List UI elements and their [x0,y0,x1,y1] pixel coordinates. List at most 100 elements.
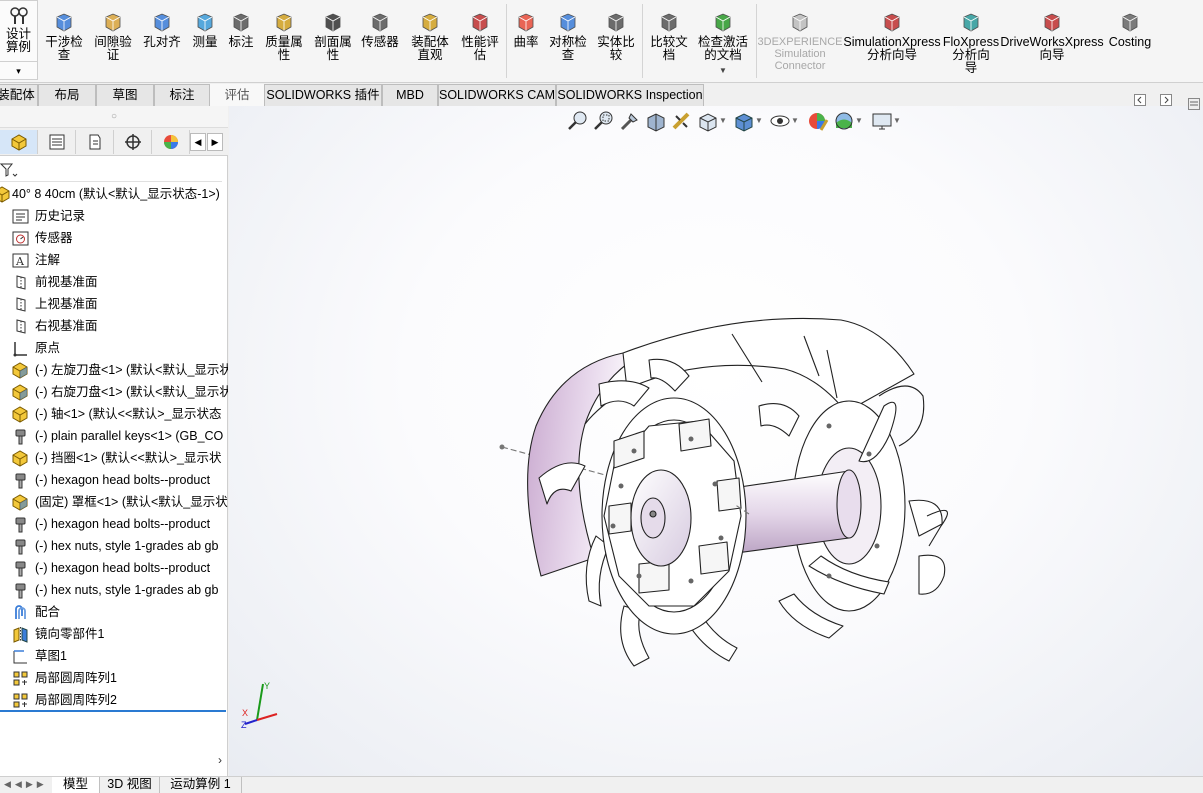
mass-properties-icon [276,13,292,32]
command-manager-tabs: 装配体 布局 草图 标注 评估 SOLIDWORKS 插件 MBD SOLIDWORKS CA… [0,83,1203,106]
scroll-right-icon[interactable]: › [218,753,222,767]
reference-triad[interactable]: Y X Z [239,680,285,730]
tree-item[interactable]: (-) 右旋刀盘<1> (默认<默认_显示状 [0,381,228,403]
panel-collapse-left-icon[interactable] [1134,94,1146,106]
mates-icon [15,605,26,619]
tree-item[interactable]: (-) 轴<1> (默认<<默认>_显示状态 [0,403,228,425]
configuration-icon [89,134,101,150]
tree-item[interactable]: (-) plain parallel keys<1> (GB_CO [0,425,228,447]
tab-6[interactable]: MBD [382,84,438,106]
bottom-tab-2[interactable]: 运动算例 1 [160,777,242,793]
rotary-tiller-model[interactable] [229,106,1203,776]
tab-1[interactable]: 布局 [38,84,96,106]
tab-2[interactable]: 草图 [96,84,154,106]
tree-item[interactable]: (-) hexagon head bolts--product [0,513,228,535]
graphics-area[interactable]: ▼ ▼ ▼ ▼ ▼ Y X Z [229,94,1203,776]
tree-item[interactable]: 草图1 [0,645,228,667]
tree-item[interactable]: 右视基准面 [0,315,228,337]
tree-item[interactable]: A 注解 [0,249,228,271]
tree-item[interactable]: 传感器 [0,227,228,249]
measure-button[interactable]: 测量 [187,2,223,80]
interference-button[interactable]: 干涉检查 [40,2,88,80]
tree-item[interactable]: 历史记录 [0,205,228,227]
simulationxpress-icon [884,13,900,32]
tab-scroll-right-button[interactable]: ▶ [207,133,223,151]
ribbon-label: 档 [662,48,676,62]
tree-root-assembly[interactable]: 40° 8 40cm (默认<默认_显示状态-1>) [0,183,228,205]
design-study-label: 设计算例 [5,27,31,54]
ribbon-label: 性 [277,48,291,62]
mass-props-button[interactable]: 质量属性 [261,2,307,80]
design-study-button[interactable]: 设计算例 ▾ [0,0,38,80]
assembly-viz-button[interactable]: 装配体 直观 [406,2,454,80]
tab-feature-manager[interactable] [0,130,38,154]
tree-item[interactable]: 镜向零部件1 [0,623,228,645]
tab-3[interactable]: 标注 [154,84,210,106]
bottom-nav-arrows[interactable]: ◀◀▶▶ [0,777,52,793]
bottom-tab-1[interactable]: 3D 视图 [100,777,160,793]
tree-item[interactable]: (-) 左旋刀盘<1> (默认<默认_显示状 [0,359,228,381]
tab-0[interactable]: 装配体 [0,84,38,106]
floxpress-button[interactable]: FloXpress 分析向导 [943,2,999,80]
driveworks-button[interactable]: DriveWorksXpress 向导 [1000,2,1104,80]
tree-rollback-bar[interactable] [0,710,226,712]
tab-8[interactable]: SOLIDWORKS Inspection [556,84,704,106]
section-props-button[interactable]: 剖面属性 [310,2,356,80]
subassembly-icon [12,362,28,379]
panel-expand-right-icon[interactable] [1160,94,1172,106]
chevron-down-icon[interactable]: ▼ [719,66,727,75]
tree-item-label: 局部圆周阵列1 [35,671,117,685]
tab-dimxpert-manager[interactable] [114,130,152,154]
clearance-button[interactable]: 间隙验证 [90,2,136,80]
plane-icon [16,275,26,290]
exp-sim-button[interactable]: 3DEXPERIENCE Simulation Connector [758,2,843,80]
tab-5[interactable]: SOLIDWORKS 插件 [264,84,382,106]
subassembly-icon [12,384,28,401]
compare-body-button[interactable]: 实体比较 [592,2,640,80]
compare-doc-button[interactable]: 比较文档 [645,2,693,80]
tree-filter[interactable] [0,156,222,182]
tree-item[interactable]: 局部圆周阵列2 [0,689,228,711]
toolbox-part-icon [15,517,26,533]
sensor-button[interactable]: 传感器 [358,2,402,80]
toolbox-part-icon [15,539,26,555]
ribbon-label: 证 [106,48,120,62]
tree-item[interactable]: (-) hex nuts, style 1-grades ab gb [0,535,228,557]
tab-display-manager[interactable] [152,130,190,154]
bottom-tab-0[interactable]: 模型 [52,777,100,793]
filter-icon [0,163,18,177]
tab-scroll-left-button[interactable]: ◀ [190,133,206,151]
symmetry-button[interactable]: 对称检查 [545,2,591,80]
horizontal-scrollbar[interactable]: › [0,753,226,770]
tree-item[interactable]: (-) hexagon head bolts--product [0,469,228,491]
sensor-folder-icon [12,231,29,246]
tree-item-label: (-) hex nuts, style 1-grades ab gb [35,539,219,553]
markup-icon [233,13,249,32]
tab-configuration-manager[interactable] [76,130,114,154]
tree-item[interactable]: (-) 挡圈<1> (默认<<默认>_显示状 [0,447,228,469]
tree-item[interactable]: (-) hex nuts, style 1-grades ab gb [0,579,228,601]
performance-button[interactable]: 性能评估 [456,2,504,80]
tree-item[interactable]: (-) hexagon head bolts--product [0,557,228,579]
tree-item[interactable]: 配合 [0,601,228,623]
tab-property-manager[interactable] [38,130,76,154]
ribbon-separator [756,4,757,78]
curvature-button[interactable]: 曲率 [509,2,543,80]
markup-button[interactable]: 标注 [225,2,257,80]
tab-7[interactable]: SOLIDWORKS CAM [438,84,556,106]
hole-align-button[interactable]: 孔对齐 [140,2,184,80]
tree-item[interactable]: 上视基准面 [0,293,228,315]
tree-item[interactable]: (固定) 罩框<1> (默认<默认_显示状 [0,491,228,513]
tree-item[interactable]: 前视基准面 [0,271,228,293]
chevron-down-icon[interactable]: ▾ [0,61,37,79]
tab-4[interactable]: 评估 [210,84,264,106]
tree-item[interactable]: 局部圆周阵列1 [0,667,228,689]
tree-item[interactable]: 原点 [0,337,228,359]
tree-item-label: 镜向零部件1 [35,627,105,641]
panel-split-handle[interactable]: ○ [0,106,228,128]
costing-button[interactable]: Costing [1104,2,1156,80]
ribbon-label: 测量 [192,35,218,49]
simxpress-button[interactable]: SimulationXpress 分析向导 [843,2,941,80]
triad-z-label: Z [241,720,247,730]
ribbon-label: 的文档 [704,48,742,62]
